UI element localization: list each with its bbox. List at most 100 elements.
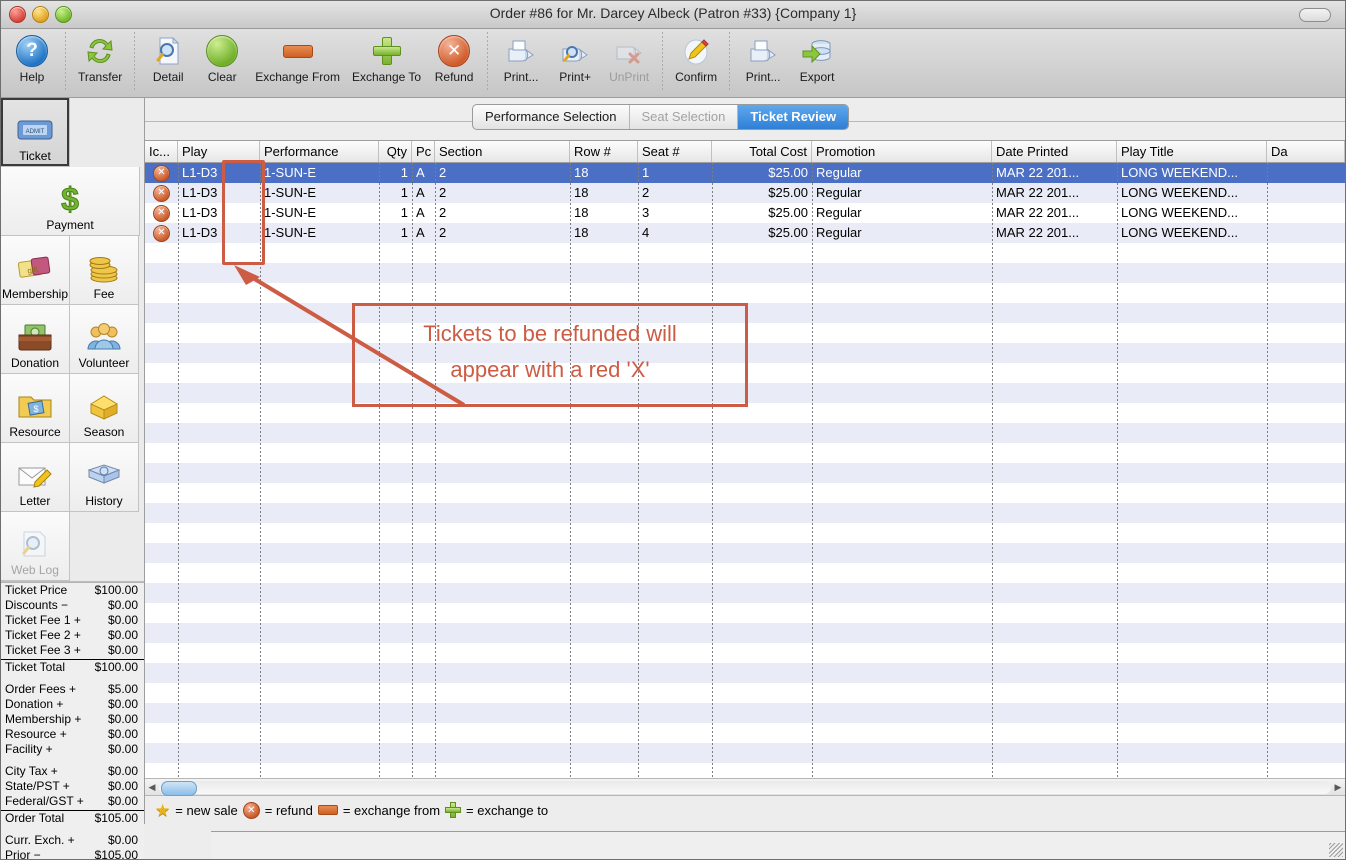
transfer-button-label: Transfer xyxy=(78,70,123,84)
column-header-row[interactable]: Row # xyxy=(570,141,638,162)
column-header-play[interactable]: Play xyxy=(178,141,260,162)
table-cell-date2 xyxy=(1267,223,1345,243)
table-row-empty[interactable] xyxy=(145,463,1345,483)
table-row-empty[interactable] xyxy=(145,543,1345,563)
orange-x-icon: ✕ xyxy=(242,801,260,819)
table-row-empty[interactable] xyxy=(145,263,1345,283)
confirm-button[interactable]: Confirm xyxy=(669,29,723,84)
table-row-empty[interactable] xyxy=(145,623,1345,643)
table-row-empty[interactable] xyxy=(145,283,1345,303)
refund-button[interactable]: ✕ Refund xyxy=(427,29,481,84)
column-header-seat[interactable]: Seat # xyxy=(638,141,712,162)
table-row-empty[interactable] xyxy=(145,243,1345,263)
table-row-empty[interactable] xyxy=(145,303,1345,323)
orange-x-circle-icon: ✕ xyxy=(433,33,475,69)
table-cell-section: 2 xyxy=(439,205,447,220)
totals-row-label: Resource + xyxy=(5,727,67,741)
table-row[interactable]: ✕ L1-D3 1-SUN-E 1 A 2 18 2 $25.00 Regular MAR 22 2… xyxy=(145,183,1345,203)
application-window: Order #86 for Mr. Darcey Albeck (Patron … xyxy=(0,0,1346,860)
table-row-empty[interactable] xyxy=(145,683,1345,703)
column-header-printed[interactable]: Date Printed xyxy=(992,141,1117,162)
table-row-empty[interactable] xyxy=(145,723,1345,743)
scroll-right-arrow-icon[interactable]: ▶ xyxy=(1331,782,1345,793)
clear-button[interactable]: Clear xyxy=(195,29,249,84)
column-header-icon[interactable]: Ic... xyxy=(145,141,178,162)
column-header-playtitle[interactable]: Play Title xyxy=(1117,141,1267,162)
column-header-cost[interactable]: Total Cost xyxy=(712,141,812,162)
detail-button[interactable]: Detail xyxy=(141,29,195,84)
table-row-empty[interactable] xyxy=(145,403,1345,423)
tab-seat-selection[interactable]: Seat Selection xyxy=(630,105,739,129)
column-header-performance[interactable]: Performance xyxy=(260,141,379,162)
tab-performance-selection[interactable]: Performance Selection xyxy=(473,105,630,129)
table-row-empty[interactable] xyxy=(145,643,1345,663)
exchange-to-button[interactable]: Exchange To xyxy=(346,29,427,84)
column-header-date2[interactable]: Da xyxy=(1267,141,1345,162)
table-cell-printed: MAR 22 201... xyxy=(996,205,1080,220)
table-cell-seat: 4 xyxy=(642,225,650,240)
totals-row: Order Fees + $5.00 xyxy=(1,682,144,697)
table-row-empty[interactable] xyxy=(145,663,1345,683)
print-plus-button[interactable]: Print+ xyxy=(548,29,602,84)
sidebar-tile-web-log[interactable]: Web Log xyxy=(1,512,70,581)
column-header-section[interactable]: Section xyxy=(435,141,570,162)
table-row-empty[interactable] xyxy=(145,583,1345,603)
scroll-track[interactable] xyxy=(159,780,1331,796)
horizontal-scrollbar[interactable]: ◀ ▶ xyxy=(145,778,1345,796)
print-button[interactable]: Print... xyxy=(494,29,548,84)
sidebar-tile-fee[interactable]: Fee xyxy=(70,236,139,305)
sidebar-tile-volunteer[interactable]: Volunteer xyxy=(70,305,139,374)
table-cell-section: 2 xyxy=(439,225,447,240)
table-row-empty[interactable] xyxy=(145,563,1345,583)
table-row[interactable]: ✕ L1-D3 1-SUN-E 1 A 2 18 3 $25.00 Regular MAR 22 2… xyxy=(145,203,1345,223)
sidebar-tile-letter[interactable]: Letter xyxy=(1,443,70,512)
sidebar-tile-label: Letter xyxy=(19,494,51,508)
toolbar-toggle-button[interactable] xyxy=(1299,8,1331,22)
sidebar-tile-membership[interactable]: gift Membership xyxy=(1,236,70,305)
export-button[interactable]: Export xyxy=(790,29,844,84)
sidebar-tile-resource[interactable]: $ Resource xyxy=(1,374,70,443)
sidebar-tile-label: Payment xyxy=(46,218,94,232)
unprint-button[interactable]: UnPrint xyxy=(602,29,656,84)
column-header-qty[interactable]: Qty xyxy=(379,141,412,162)
printer-cancel-icon xyxy=(608,33,650,69)
transfer-button[interactable]: Transfer xyxy=(72,29,128,84)
scroll-thumb[interactable] xyxy=(161,780,197,796)
sidebar-tile-history[interactable]: History xyxy=(70,443,139,512)
table-row-empty[interactable] xyxy=(145,763,1345,778)
table-row-empty[interactable] xyxy=(145,743,1345,763)
sidebar-tile-payment[interactable]: $ Payment xyxy=(1,167,140,236)
table-row-empty[interactable] xyxy=(145,523,1345,543)
table-row-empty[interactable] xyxy=(145,383,1345,403)
dollar-sign-icon: $ xyxy=(56,179,84,219)
column-header-promotion[interactable]: Promotion xyxy=(812,141,992,162)
toolbar-group-help: ? Help xyxy=(5,29,59,97)
tab-ticket-review[interactable]: Ticket Review xyxy=(738,105,849,129)
coins-icon xyxy=(87,248,121,288)
sidebar-tile-donation[interactable]: Donation xyxy=(1,305,70,374)
table-row-empty[interactable] xyxy=(145,483,1345,503)
table-row-empty[interactable] xyxy=(145,363,1345,383)
table-cell-printed: MAR 22 201... xyxy=(996,225,1080,240)
resize-grip[interactable] xyxy=(1329,843,1343,857)
sidebar-tile-ticket[interactable]: ADMIT Ticket xyxy=(1,98,70,167)
sidebar-tile-season[interactable]: Season xyxy=(70,374,139,443)
table-row-empty[interactable] xyxy=(145,343,1345,363)
table-cell-playtitle: LONG WEEKEND... xyxy=(1121,185,1239,200)
help-button[interactable]: ? Help xyxy=(5,29,59,84)
print-report-button[interactable]: Print... xyxy=(736,29,790,84)
table-row[interactable]: ✕ L1-D3 1-SUN-E 1 A 2 18 4 $25.00 Regular MAR 22 2… xyxy=(145,223,1345,243)
table-row-empty[interactable] xyxy=(145,323,1345,343)
toolbar-separator xyxy=(65,32,66,90)
table-row-empty[interactable] xyxy=(145,603,1345,623)
printer-icon xyxy=(742,33,784,69)
scroll-left-arrow-icon[interactable]: ◀ xyxy=(145,782,159,793)
table-row-empty[interactable] xyxy=(145,423,1345,443)
exchange-from-button[interactable]: Exchange From xyxy=(249,29,346,84)
column-header-pc[interactable]: Pc xyxy=(412,141,435,162)
table-row-empty[interactable] xyxy=(145,443,1345,463)
table-row[interactable]: ✕ L1-D3 1-SUN-E 1 A 2 18 1 $25.00 Regular MAR 22 2… xyxy=(145,163,1345,183)
table-row-empty[interactable] xyxy=(145,703,1345,723)
table-row-empty[interactable] xyxy=(145,503,1345,523)
table-cell-play: L1-D3 xyxy=(182,225,218,240)
